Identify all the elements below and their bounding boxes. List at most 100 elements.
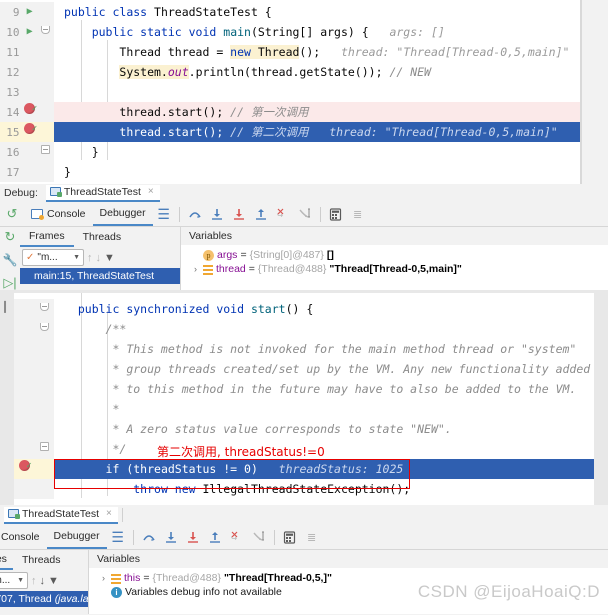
debug-left-rail-top[interactable]: ↻ 🔧 ▷| ❙❙ xyxy=(0,227,20,313)
code-editor-bottom[interactable]: public synchronized void start() { /** *… xyxy=(14,293,594,505)
editor-gutter[interactable]: 13 xyxy=(0,82,54,102)
wrench-icon[interactable]: 🔧 xyxy=(3,253,18,267)
variable-row[interactable]: p args = {String[0]@487}[] xyxy=(181,248,608,262)
code-line[interactable]: * xyxy=(14,399,594,419)
editor-gutter[interactable]: 12 xyxy=(0,62,54,82)
debug-session-tab-bottom[interactable]: ThreadStateTest × xyxy=(4,506,118,524)
editor-gutter[interactable] xyxy=(14,359,54,379)
editor-gutter[interactable]: 9 ▶ xyxy=(0,2,54,22)
run-line-icon[interactable]: ▶ xyxy=(22,2,38,22)
code-fold-icon[interactable] xyxy=(34,319,54,339)
variable-row[interactable]: › thread = {Thread@488} "Thread[Thread-0,5,m… xyxy=(181,262,608,276)
run-to-cursor-icon[interactable] xyxy=(248,526,270,548)
expand-arrow-icon[interactable]: › xyxy=(99,573,108,583)
run-line-icon[interactable]: ▶ xyxy=(22,22,38,42)
tab-frames[interactable]: Frames xyxy=(20,228,74,247)
code-line[interactable]: 13 xyxy=(0,82,580,102)
code-line[interactable]: 17} xyxy=(0,162,580,182)
debug-session-tab[interactable]: ThreadStateTest × xyxy=(45,184,160,202)
frames-toolbar-top[interactable]: ✓ "m... ▼ ↑ ↓ ▼ xyxy=(20,247,180,268)
editor-gutter[interactable] xyxy=(14,399,54,419)
editor-gutter[interactable]: 15 xyxy=(0,119,54,142)
force-step-into-icon[interactable] xyxy=(182,526,204,548)
filter-icon[interactable]: ▼ xyxy=(104,252,115,264)
editor-gutter[interactable] xyxy=(14,439,54,459)
editor-gutter[interactable] xyxy=(14,419,54,439)
chevron-down-icon[interactable]: ▼ xyxy=(73,254,80,261)
debug-toolbar-top[interactable]: ↺ Console Debugger ☰ ↪ ≣ xyxy=(0,202,608,227)
code-line[interactable]: 10 ▶ public static void main(String[] arg… xyxy=(0,22,580,42)
debugger-tab-bottom[interactable]: Debugger xyxy=(46,526,107,549)
debugger-tab[interactable]: Debugger xyxy=(92,203,153,226)
code-line[interactable]: 12 System.out.println(thread.getState())… xyxy=(0,62,580,82)
layout-icon[interactable]: ☰ xyxy=(153,203,175,225)
step-out-icon[interactable] xyxy=(204,526,226,548)
editor-gutter[interactable]: 17 xyxy=(0,162,54,182)
settings-icon[interactable]: ≣ xyxy=(347,203,369,225)
debug-toolbar-bottom[interactable]: Console Debugger ☰ ↪ ≣ xyxy=(0,525,608,550)
code-line[interactable]: 16 } xyxy=(0,142,580,162)
code-fold-icon[interactable] xyxy=(38,22,54,42)
breakpoint-icon[interactable] xyxy=(22,119,38,142)
code-fold-end-icon[interactable] xyxy=(34,439,54,459)
code-line[interactable]: * group threads created/set up by the VM… xyxy=(14,359,594,379)
frames-threads-subtabs-top[interactable]: Frames Threads xyxy=(20,227,180,247)
frame-list-item-selected[interactable]: main:15, ThreadStateTest xyxy=(20,268,180,284)
frames-threads-subtabs-bottom[interactable]: nes Threads xyxy=(0,550,88,570)
console-tab-bottom[interactable]: Console xyxy=(0,526,47,549)
editor-gutter[interactable] xyxy=(14,319,54,339)
run-to-cursor-icon[interactable] xyxy=(294,203,316,225)
tab-threads-bottom[interactable]: Threads xyxy=(13,551,70,570)
step-into-icon[interactable] xyxy=(160,526,182,548)
code-line[interactable]: /** xyxy=(14,319,594,339)
editor-gutter[interactable]: 16 xyxy=(0,142,54,162)
code-line[interactable]: * A zero status value corresponds to sta… xyxy=(14,419,594,439)
variables-list-top[interactable]: p args = {String[0]@487}[] › thread = {Thread@4… xyxy=(181,245,608,276)
step-into-icon[interactable] xyxy=(206,203,228,225)
rerun-icon[interactable]: ↺ xyxy=(0,203,24,225)
code-line[interactable]: 11 Thread thread = new Thread(); thread:… xyxy=(0,42,580,62)
editor-gutter[interactable] xyxy=(14,299,54,319)
editor-gutter[interactable] xyxy=(14,339,54,359)
code-line[interactable]: 15 thread.start(); // 第二次调用 thread: "Thr… xyxy=(0,119,580,142)
editor-gutter[interactable]: 14 xyxy=(0,99,54,122)
expand-arrow-icon[interactable]: › xyxy=(191,264,200,274)
code-line[interactable]: 14 thread.start(); // 第一次调用 xyxy=(0,99,580,122)
code-line[interactable]: public synchronized void start() { xyxy=(14,299,594,319)
restart-icon[interactable]: ↻ xyxy=(5,229,16,245)
code-line[interactable]: 9 ▶ public class ThreadStateTest { xyxy=(0,2,580,22)
arrow-up-icon[interactable]: ↑ xyxy=(31,575,37,587)
resume-program-icon[interactable]: ▷| xyxy=(3,275,16,291)
close-icon[interactable]: × xyxy=(106,508,112,519)
drop-frame-icon[interactable]: ↪ xyxy=(272,203,294,225)
editor-gutter[interactable] xyxy=(14,456,54,479)
drop-frame-icon[interactable]: ↪ xyxy=(226,526,248,548)
editor-gutter[interactable]: 10 ▶ xyxy=(0,22,54,42)
layout-icon[interactable]: ☰ xyxy=(107,526,129,548)
frame-list-item-selected-bottom[interactable]: rt:707, Thread (java.lan xyxy=(0,591,88,607)
code-line[interactable]: * This method is not invoked for the mai… xyxy=(14,339,594,359)
frames-toolbar-bottom[interactable]: "m... ▼ ↑ ↓ ▼ xyxy=(0,570,88,591)
force-step-into-icon[interactable] xyxy=(228,203,250,225)
settings-icon[interactable]: ≣ xyxy=(301,526,323,548)
arrow-down-icon[interactable]: ↓ xyxy=(96,252,102,264)
chevron-down-icon[interactable]: ▼ xyxy=(17,577,24,584)
editor-gutter[interactable]: 11 xyxy=(0,42,54,62)
step-over-icon[interactable] xyxy=(138,526,160,548)
evaluate-expression-icon[interactable] xyxy=(325,203,347,225)
editor-gutter[interactable] xyxy=(14,479,54,499)
close-icon[interactable]: × xyxy=(148,186,154,197)
evaluate-expression-icon[interactable] xyxy=(279,526,301,548)
code-line[interactable]: if (threadStatus != 0) threadStatus: 102… xyxy=(14,456,594,479)
thread-selector-combo[interactable]: ✓ "m... ▼ xyxy=(22,249,84,266)
tab-frames-bottom[interactable]: nes xyxy=(0,551,13,570)
filter-icon[interactable]: ▼ xyxy=(48,575,59,587)
code-fold-icon[interactable] xyxy=(34,299,54,319)
code-line[interactable]: * to this method in the future may have … xyxy=(14,379,594,399)
arrow-up-icon[interactable]: ↑ xyxy=(87,252,93,264)
step-out-icon[interactable] xyxy=(250,203,272,225)
code-line[interactable]: throw new IllegalThreadStateException(); xyxy=(14,479,594,499)
thread-selector-combo-bottom[interactable]: "m... ▼ xyxy=(0,572,28,589)
arrow-down-icon[interactable]: ↓ xyxy=(40,575,46,587)
code-editor-top[interactable]: 9 ▶ public class ThreadStateTest {10 ▶ publ… xyxy=(0,0,580,184)
